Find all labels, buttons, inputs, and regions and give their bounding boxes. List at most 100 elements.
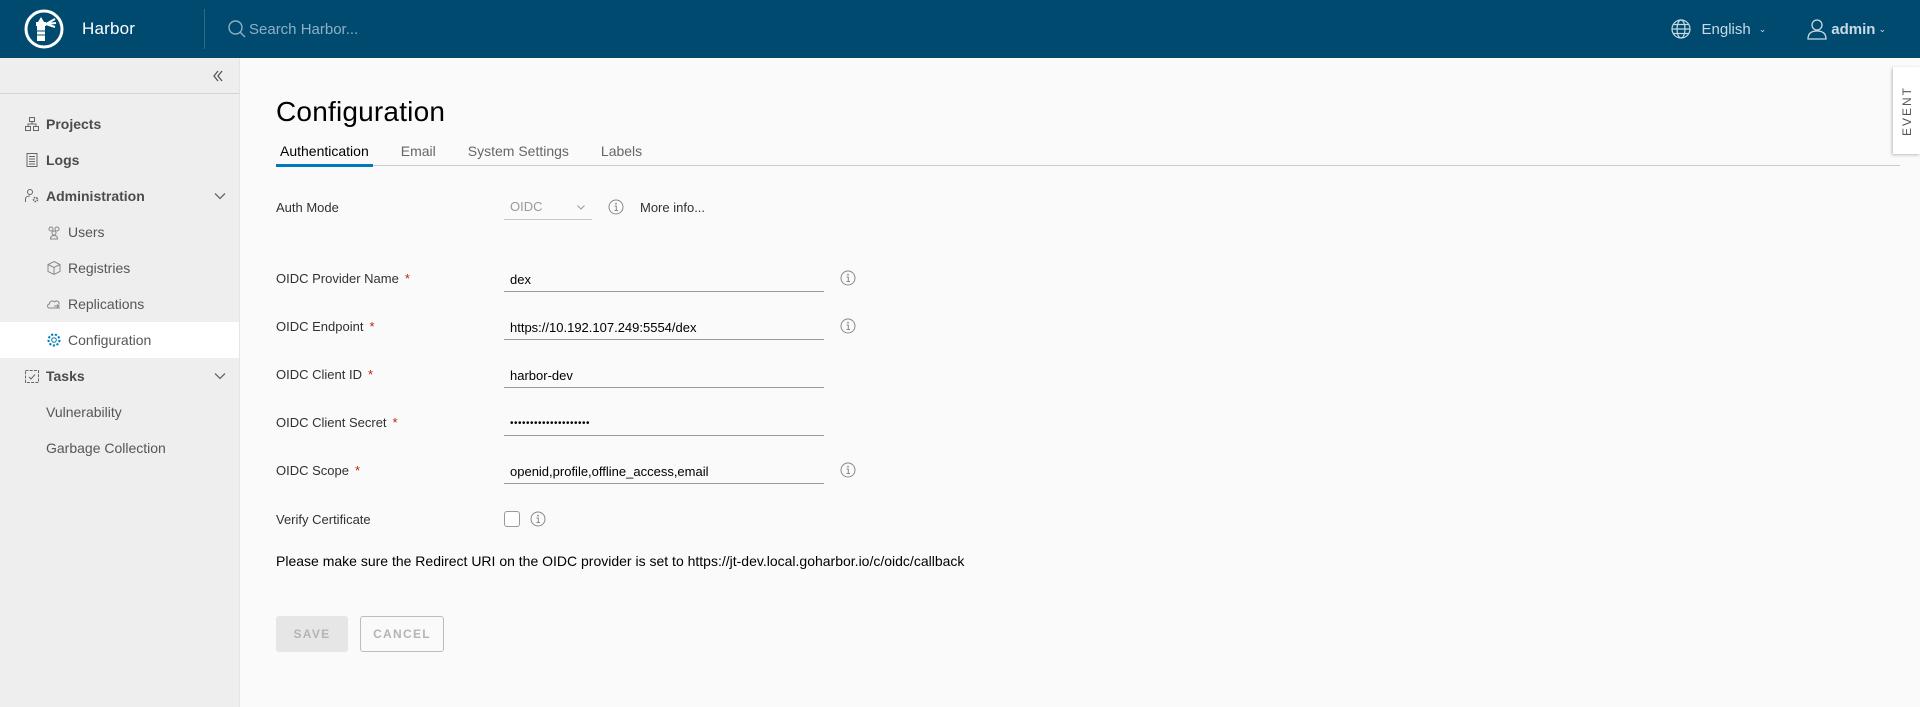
global-search <box>227 0 549 58</box>
endpoint-input[interactable] <box>504 312 824 340</box>
sidebar-item-replications[interactable]: Replications <box>0 286 239 322</box>
verify-certificate-label: Verify Certificate <box>276 511 371 527</box>
sidebar-item-label: Users <box>68 224 105 240</box>
chevron-down-icon[interactable] <box>213 189 227 203</box>
required-marker: * <box>354 462 361 478</box>
event-panel-tab[interactable]: EVENT <box>1893 67 1920 154</box>
search-input[interactable] <box>249 20 549 38</box>
harbor-logo-icon <box>24 9 64 49</box>
client-id-label: OIDC Client ID * <box>276 367 504 382</box>
username: admin <box>1831 20 1876 38</box>
scope-row: OIDC Scope * <box>276 455 856 485</box>
redirect-uri-note: Please make sure the Redirect URI on the… <box>276 553 965 569</box>
language-label: English <box>1701 20 1751 38</box>
header-divider <box>204 9 205 49</box>
user-menu[interactable]: admin ⌄ <box>1806 18 1886 40</box>
language-selector[interactable]: English ⌄ <box>1670 18 1767 40</box>
user-icon <box>1807 19 1827 40</box>
tab-labels[interactable]: Labels <box>597 138 646 166</box>
sidebar-item-label: Administration <box>46 188 145 204</box>
tab-email[interactable]: Email <box>397 138 440 166</box>
config-tabs: Authentication Email System Settings Lab… <box>276 138 1900 167</box>
search-icon <box>228 20 246 38</box>
client-secret-label: OIDC Client Secret * <box>276 415 504 430</box>
auth-mode-label: Auth Mode <box>276 199 339 215</box>
header-right: English ⌄ admin ⌄ <box>1670 0 1920 58</box>
sidebar-item-label: Logs <box>46 152 80 168</box>
configuration-icon <box>46 332 62 348</box>
more-info-link[interactable]: More info... <box>640 200 705 215</box>
chevron-down-icon <box>577 205 585 210</box>
replications-icon <box>46 296 62 312</box>
sidebar-item-registries[interactable]: Registries <box>0 250 239 286</box>
sidebar-item-label: Projects <box>46 116 102 132</box>
endpoint-label: OIDC Endpoint * <box>276 319 504 334</box>
cancel-button[interactable]: CANCEL <box>360 616 444 652</box>
projects-icon <box>24 116 40 132</box>
endpoint-row: OIDC Endpoint * <box>276 311 856 341</box>
administration-icon <box>24 188 40 204</box>
sidebar-item-vulnerability[interactable]: Vulnerability <box>0 394 239 430</box>
info-icon[interactable] <box>530 511 546 527</box>
auth-mode-value: OIDC <box>510 199 543 214</box>
sidebar-item-label: Configuration <box>68 332 152 348</box>
info-icon[interactable] <box>840 462 856 478</box>
client-secret-row: OIDC Client Secret * <box>276 407 824 437</box>
chevron-down-icon[interactable] <box>213 369 227 383</box>
required-marker: * <box>404 270 410 286</box>
sidebar-nav: Projects Logs Administration Users Regis… <box>0 94 239 466</box>
client-secret-input[interactable] <box>504 408 824 436</box>
sidebar-item-tasks[interactable]: Tasks <box>0 358 239 394</box>
sidebar-item-configuration[interactable]: Configuration <box>0 322 239 358</box>
sidebar-item-label: Tasks <box>46 368 85 384</box>
users-icon <box>46 224 62 240</box>
provider-name-label-text: OIDC Provider Name <box>276 270 399 286</box>
sidebar-item-label: Registries <box>68 260 131 276</box>
sidebar-item-projects[interactable]: Projects <box>0 106 239 142</box>
page-title: Configuration <box>276 96 446 127</box>
required-marker: * <box>392 414 398 430</box>
info-icon[interactable] <box>608 199 624 215</box>
sidebar-item-label: Replications <box>68 296 145 312</box>
app-name: Harbor <box>82 19 136 38</box>
top-header: Harbor English ⌄ admin ⌄ <box>0 0 1920 58</box>
scope-input[interactable] <box>504 456 824 484</box>
sidebar-item-administration[interactable]: Administration <box>0 178 239 214</box>
chevron-down-icon: ⌄ <box>1878 23 1886 34</box>
provider-name-label: OIDC Provider Name * <box>276 271 504 286</box>
sidebar-item-label: Vulnerability <box>46 404 122 420</box>
sidebar-item-garbage-collection[interactable]: Garbage Collection <box>0 430 239 466</box>
auth-mode-select[interactable]: OIDC <box>504 194 592 220</box>
client-id-input[interactable] <box>504 360 824 388</box>
auth-mode-row: Auth Mode OIDC More info... <box>276 192 705 222</box>
tab-system-settings[interactable]: System Settings <box>464 138 573 166</box>
client-id-row: OIDC Client ID * <box>276 359 824 389</box>
sidebar-item-label: Garbage Collection <box>46 440 166 456</box>
scope-label: OIDC Scope * <box>276 463 504 478</box>
chevron-down-icon: ⌄ <box>1758 23 1767 34</box>
provider-name-input[interactable] <box>504 264 824 292</box>
sidebar-item-logs[interactable]: Logs <box>0 142 239 178</box>
double-chevron-left-icon[interactable] <box>207 65 229 87</box>
event-tab-label: EVENT <box>1899 85 1914 136</box>
save-button[interactable]: SAVE <box>276 616 348 652</box>
verify-certificate-row: Verify Certificate <box>276 504 546 534</box>
info-icon[interactable] <box>840 318 856 334</box>
info-icon[interactable] <box>840 270 856 286</box>
client-id-label-text: OIDC Client ID <box>276 366 362 382</box>
endpoint-label-text: OIDC Endpoint <box>276 318 364 334</box>
sidebar-item-users[interactable]: Users <box>0 214 239 250</box>
tasks-icon <box>24 368 40 384</box>
brand-home-link[interactable]: Harbor <box>0 0 204 58</box>
globe-icon <box>1670 19 1691 39</box>
tab-authentication[interactable]: Authentication <box>276 138 373 167</box>
client-secret-label-text: OIDC Client Secret <box>276 414 387 430</box>
logs-icon <box>24 152 40 168</box>
required-marker: * <box>367 366 374 382</box>
scope-label-text: OIDC Scope <box>276 462 349 478</box>
registries-icon <box>46 260 62 276</box>
sidebar-collapse-row <box>0 58 239 94</box>
main-content: Configuration Authentication Email Syste… <box>240 58 1920 707</box>
verify-certificate-checkbox[interactable] <box>504 511 520 527</box>
sidebar: Projects Logs Administration Users Regis… <box>0 58 240 707</box>
